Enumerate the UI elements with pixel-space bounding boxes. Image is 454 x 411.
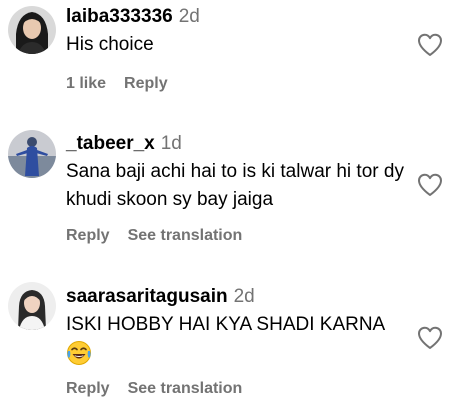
see-translation-button[interactable]: See translation — [128, 380, 243, 397]
reply-button[interactable]: Reply — [66, 227, 110, 244]
avatar[interactable] — [8, 130, 56, 178]
username[interactable]: saarasaritagusain — [66, 286, 228, 307]
face-with-tears-of-joy-icon — [66, 340, 92, 366]
comment-header: laiba333336 2d — [66, 6, 200, 28]
username[interactable]: _tabeer_x — [66, 133, 155, 154]
heart-outline-icon[interactable] — [416, 172, 444, 198]
heart-outline-icon[interactable] — [416, 32, 444, 58]
comment-actions: Reply See translation — [66, 379, 242, 399]
see-translation-button[interactable]: See translation — [128, 227, 243, 244]
comment-timestamp[interactable]: 2d — [234, 286, 255, 307]
comment-header: _tabeer_x 1d — [66, 133, 182, 155]
reply-button[interactable]: Reply — [66, 380, 110, 397]
avatar[interactable] — [8, 6, 56, 54]
reply-button[interactable]: Reply — [124, 75, 168, 92]
heart-outline-icon[interactable] — [416, 325, 444, 351]
comment-text-content: ISKI HOBBY HAI KYA SHADI KARNA — [66, 314, 386, 335]
comment-text: His choice — [66, 34, 154, 55]
comment-text: ISKI HOBBY HAI KYA SHADI KARNA — [66, 311, 426, 367]
comment-actions: Reply See translation — [66, 226, 242, 246]
comment-timestamp[interactable]: 2d — [179, 6, 200, 27]
comment-text: Sana baji achi hai to is ki talwar hi to… — [66, 161, 404, 210]
comment-timestamp[interactable]: 1d — [161, 133, 182, 154]
username[interactable]: laiba333336 — [66, 6, 173, 27]
comment-actions: 1 like Reply — [66, 74, 168, 94]
likes-count[interactable]: 1 like — [66, 75, 106, 92]
avatar[interactable] — [8, 282, 56, 330]
comment-header: saarasaritagusain 2d — [66, 286, 255, 308]
